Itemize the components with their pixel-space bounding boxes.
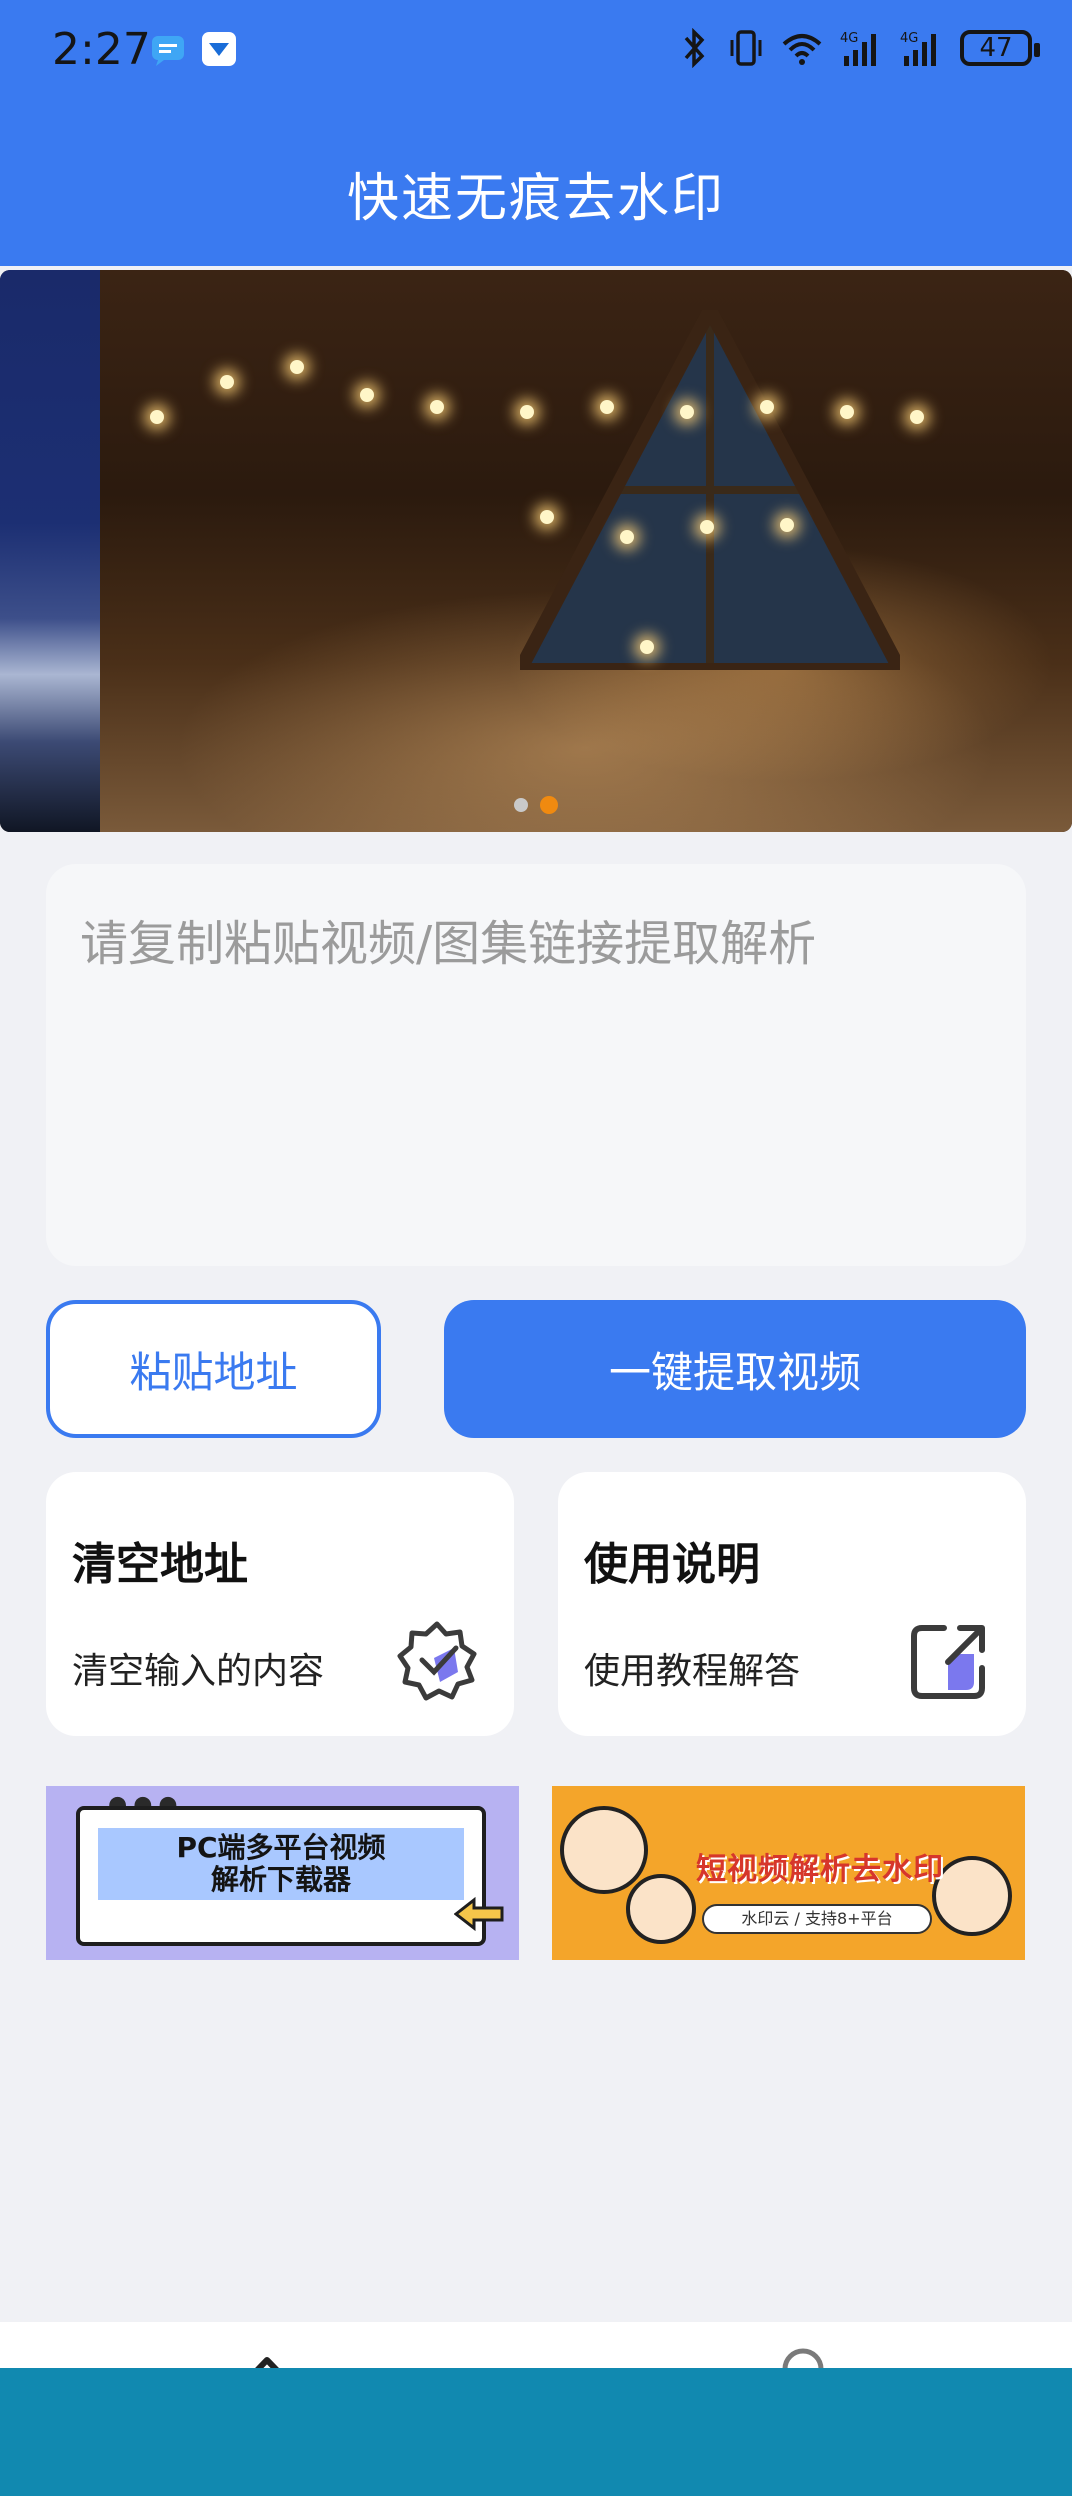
- promo-card: PC端多平台视频 解析下载器: [76, 1806, 486, 1946]
- light-bulb: [290, 360, 304, 374]
- watermark-removal-promo[interactable]: 短视频解析去水印 水印云 / 支持8+平台: [552, 1786, 1025, 1960]
- light-bulb: [680, 405, 694, 419]
- carousel-dot-active[interactable]: [540, 796, 558, 814]
- cabin-window-image: [520, 310, 900, 670]
- status-time: 2:27: [52, 24, 151, 75]
- light-bulb: [540, 510, 554, 524]
- svg-text:4G: 4G: [900, 31, 918, 46]
- promo-text: PC端多平台视频 解析下载器: [98, 1828, 464, 1900]
- message-icon: [152, 36, 184, 66]
- light-bulb: [780, 518, 794, 532]
- light-bulb: [360, 388, 374, 402]
- light-bulb: [520, 405, 534, 419]
- clear-address-card[interactable]: 清空地址 清空输入的内容: [46, 1472, 514, 1736]
- light-bulb: [840, 405, 854, 419]
- link-input[interactable]: [46, 864, 1026, 1266]
- light-bulb: [220, 375, 234, 389]
- promo-line1: PC端多平台视频: [176, 1831, 386, 1864]
- card-title: 清空地址: [72, 1539, 248, 1590]
- light-bulb: [600, 400, 614, 414]
- light-bulb: [430, 400, 444, 414]
- wifi-icon: [782, 34, 822, 65]
- light-bulb: [760, 400, 774, 414]
- page-title: 快速无痕去水印: [346, 169, 725, 229]
- light-bulb: [910, 410, 924, 424]
- carousel-indicator: [0, 796, 1072, 814]
- promo-tag: 水印云 / 支持8+平台: [702, 1904, 932, 1934]
- system-gesture-bar: [0, 2368, 1072, 2496]
- app-header: 2:27 4G 4G 47 快速无痕去水印: [0, 0, 1072, 266]
- card-subtitle: 清空输入的内容: [72, 1651, 325, 1692]
- card-title: 使用说明: [584, 1539, 760, 1590]
- promo-title: 短视频解析去水印: [696, 1852, 944, 1887]
- promo-line2: 解析下载器: [210, 1863, 351, 1896]
- candle-light: [640, 640, 654, 654]
- light-bulb: [150, 410, 164, 424]
- pc-downloader-promo[interactable]: ●●● PC端多平台视频 解析下载器: [46, 1786, 519, 1960]
- verified-badge-icon: [397, 1621, 477, 1701]
- signal-4g-icon: 4G: [900, 31, 936, 66]
- banner-slide-cabin[interactable]: [100, 270, 1072, 832]
- illustration-person: [560, 1806, 648, 1894]
- arrow-left-icon: [454, 1896, 504, 1932]
- light-bulb: [700, 520, 714, 534]
- light-bulb: [620, 530, 634, 544]
- bluetooth-icon: [684, 28, 705, 68]
- svg-text:4G: 4G: [840, 31, 858, 46]
- card-subtitle: 使用教程解答: [584, 1651, 801, 1692]
- battery-indicator: 47: [960, 30, 1040, 66]
- extract-video-button[interactable]: 一键提取视频: [444, 1300, 1026, 1438]
- status-indicators: 4G 4G 47: [676, 28, 1040, 68]
- app-notification-icon: [202, 32, 236, 66]
- carousel-dot[interactable]: [514, 798, 528, 812]
- link-input-container: [46, 864, 1026, 1266]
- vibrate-icon: [730, 30, 762, 66]
- instructions-card[interactable]: 使用说明 使用教程解答: [558, 1472, 1026, 1736]
- signal-4g-icon: 4G: [840, 31, 876, 66]
- external-link-icon: [911, 1625, 985, 1699]
- banner-slide-ocean[interactable]: [0, 270, 100, 832]
- status-bar: 2:27 4G 4G 47: [0, 0, 1072, 104]
- banner-carousel[interactable]: [0, 270, 1072, 832]
- paste-address-button[interactable]: 粘贴地址: [46, 1300, 381, 1438]
